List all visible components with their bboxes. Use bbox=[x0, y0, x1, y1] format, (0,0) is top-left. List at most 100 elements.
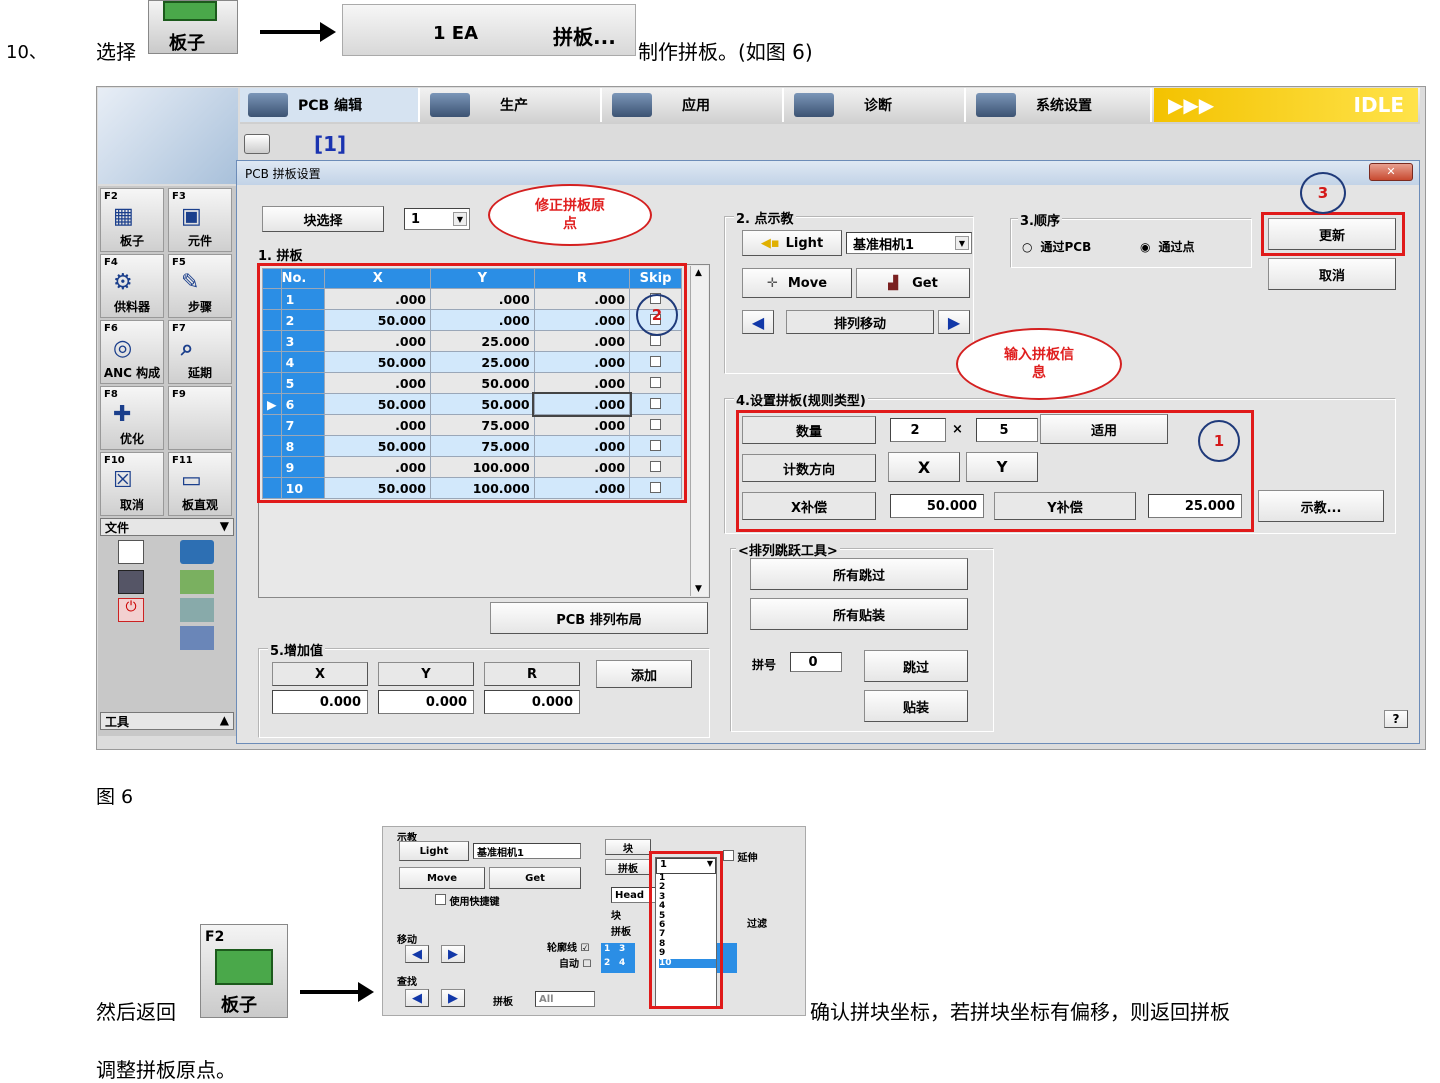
fkey-f9[interactable]: F9 bbox=[168, 386, 232, 450]
inc-x-input[interactable]: 0.000 bbox=[272, 690, 368, 714]
small-prev-button[interactable]: ◀ bbox=[405, 945, 429, 963]
small-all-select[interactable]: All bbox=[535, 991, 595, 1007]
get-button[interactable]: ▟ Get bbox=[856, 268, 970, 298]
doc-icon bbox=[244, 134, 270, 154]
add-button[interactable]: 添加 bbox=[596, 660, 692, 688]
fkey-f10[interactable]: F10 ☒ 取消 bbox=[100, 452, 164, 516]
fkey-f11[interactable]: F11 ▭ 板直观 bbox=[168, 452, 232, 516]
arrow-right-icon bbox=[300, 990, 362, 994]
block-select-button[interactable]: 块选择 bbox=[262, 206, 384, 232]
import-icon[interactable] bbox=[180, 570, 214, 594]
small-extend-checkbox[interactable]: 延伸 bbox=[723, 849, 757, 864]
chevron-down-icon: ▼ bbox=[453, 212, 467, 226]
block-select-dropdown[interactable]: 1 ▼ bbox=[404, 208, 470, 230]
move-button[interactable]: ✛ Move bbox=[742, 268, 852, 298]
help-button[interactable]: ? bbox=[1384, 710, 1408, 728]
array-prev-button[interactable]: ◀ bbox=[742, 310, 774, 334]
skip-tools-label: <排列跳跃工具> bbox=[736, 540, 840, 559]
light-button[interactable]: ◀▪ Light bbox=[742, 230, 842, 256]
fkey-code: F5 bbox=[172, 257, 186, 268]
expand-icon: ▲ bbox=[219, 713, 229, 727]
small-shortcut-checkbox[interactable]: 使用快捷键 bbox=[435, 893, 499, 908]
fkey-label: ANC 构成 bbox=[103, 366, 161, 380]
file-section-header[interactable]: 文件 ▼ bbox=[100, 518, 234, 536]
get-icon: ▟ bbox=[888, 275, 899, 291]
open-folder-icon[interactable] bbox=[180, 540, 214, 564]
scroll-up-icon[interactable]: ▲ bbox=[695, 268, 702, 278]
network-icon[interactable] bbox=[180, 626, 214, 650]
fkey-label: 板直观 bbox=[181, 498, 218, 512]
tab-production[interactable]: 生产 bbox=[422, 88, 602, 122]
fkey-icon: ▣ bbox=[181, 204, 202, 229]
all-mount-button[interactable]: 所有贴装 bbox=[750, 598, 968, 630]
fkey-f4[interactable]: F4 ⚙ 供料器 bbox=[100, 254, 164, 318]
cancel-button[interactable]: 取消 bbox=[1268, 258, 1396, 290]
fkey-f6[interactable]: F6 ◎ ANC 构成 bbox=[100, 320, 164, 384]
tab-system-settings[interactable]: 系统设置 bbox=[968, 88, 1152, 122]
fkey-label: 板子 bbox=[119, 234, 144, 248]
order-by-point-radio[interactable]: ◉ 通过点 bbox=[1140, 238, 1195, 255]
small-contour-label[interactable]: 轮廓线 ☑ bbox=[547, 939, 589, 954]
section2-label: 2. 点示教 bbox=[734, 208, 796, 227]
step-text-select: 选择 bbox=[96, 40, 136, 64]
inc-y-input[interactable]: 0.000 bbox=[378, 690, 474, 714]
skip-button[interactable]: 跳过 bbox=[864, 650, 968, 682]
order-by-pcb-radio[interactable]: ○ 通过PCB bbox=[1022, 238, 1091, 255]
small-find-prev[interactable]: ◀ bbox=[405, 989, 429, 1007]
small-camera-select[interactable]: 基准相机1 bbox=[473, 843, 581, 859]
inc-r-input[interactable]: 0.000 bbox=[484, 690, 580, 714]
array-move-label: 排列移动 bbox=[786, 310, 934, 334]
save-icon[interactable] bbox=[118, 570, 144, 594]
new-file-icon[interactable] bbox=[118, 540, 144, 564]
bubble-correct-origin: 修正拼板原点 bbox=[488, 184, 652, 246]
small-next-button[interactable]: ▶ bbox=[441, 945, 465, 963]
fkey-icon: ⚙ bbox=[113, 270, 133, 295]
small-light-button[interactable]: Light bbox=[399, 841, 469, 861]
bubble-input-info: 输入拼板信息 bbox=[956, 328, 1122, 400]
fkey-f5[interactable]: F5 ✎ 步骤 bbox=[168, 254, 232, 318]
fkey-f8[interactable]: F8 ✚ 优化 bbox=[100, 386, 164, 450]
small-find-label: 查找 bbox=[397, 977, 417, 988]
system-settings-icon bbox=[976, 93, 1016, 117]
small-dropdown-highlight bbox=[649, 851, 723, 1009]
production-icon bbox=[430, 93, 470, 117]
annotation-circle-1: 1 bbox=[1198, 420, 1240, 462]
small-auto-label[interactable]: 自动 ☐ bbox=[559, 955, 591, 970]
inc-header-y: Y bbox=[378, 662, 474, 686]
fkey-label: 步骤 bbox=[187, 300, 212, 314]
scroll-down-icon[interactable]: ▼ bbox=[695, 584, 702, 594]
tools-section-header[interactable]: 工具 ▲ bbox=[100, 712, 234, 730]
array-next-button[interactable]: ▶ bbox=[938, 310, 970, 334]
fkey-code: F9 bbox=[172, 389, 186, 400]
pin-no-input[interactable]: 0 bbox=[790, 652, 842, 672]
power-icon[interactable]: ⏻ bbox=[118, 598, 144, 622]
all-skip-button[interactable]: 所有跳过 bbox=[750, 558, 968, 590]
camera-select[interactable]: 基准相机1 ▼ bbox=[846, 232, 972, 254]
mount-button[interactable]: 贴装 bbox=[864, 690, 968, 722]
tab-pcb-edit[interactable]: PCB 编辑 bbox=[240, 88, 420, 122]
tab-diagnosis[interactable]: 诊断 bbox=[786, 88, 966, 122]
small-get-button[interactable]: Get bbox=[489, 867, 581, 889]
teach-button[interactable]: 示教... bbox=[1258, 490, 1384, 522]
fkey-f7[interactable]: F7 ⌕ 延期 bbox=[168, 320, 232, 384]
step-text-make: 制作拼板。(如图 6) bbox=[638, 40, 813, 64]
play-arrows-icon: ▶▶▶ bbox=[1168, 93, 1215, 117]
pcb-layout-button[interactable]: PCB 排列布局 bbox=[490, 602, 708, 634]
fkey-f3[interactable]: F3 ▣ 元件 bbox=[168, 188, 232, 252]
doc-tag: [1] bbox=[314, 132, 347, 156]
arrow-right-icon: ▶ bbox=[947, 312, 961, 332]
arrow-right-icon: ▶ bbox=[448, 990, 458, 1006]
small-find-next[interactable]: ▶ bbox=[441, 989, 465, 1007]
close-button[interactable]: ✕ bbox=[1369, 163, 1413, 181]
radio-selected-icon: ◉ bbox=[1140, 240, 1151, 254]
fkey-f2[interactable]: F2 ▦ 板子 bbox=[100, 188, 164, 252]
fkey-icon: ✎ bbox=[181, 270, 200, 295]
tab-application[interactable]: 应用 bbox=[604, 88, 784, 122]
dialog-titlebar: PCB 拼板设置 ✕ bbox=[237, 161, 1419, 185]
print-icon[interactable] bbox=[180, 598, 214, 622]
pinban-label: 拼板... bbox=[553, 25, 616, 49]
grid-scrollbar[interactable]: ▲ ▼ bbox=[690, 266, 708, 596]
small-move-button[interactable]: Move bbox=[399, 867, 485, 889]
fkey-label: 优化 bbox=[119, 432, 144, 446]
small-pin3-label: 拼板 bbox=[611, 927, 631, 938]
